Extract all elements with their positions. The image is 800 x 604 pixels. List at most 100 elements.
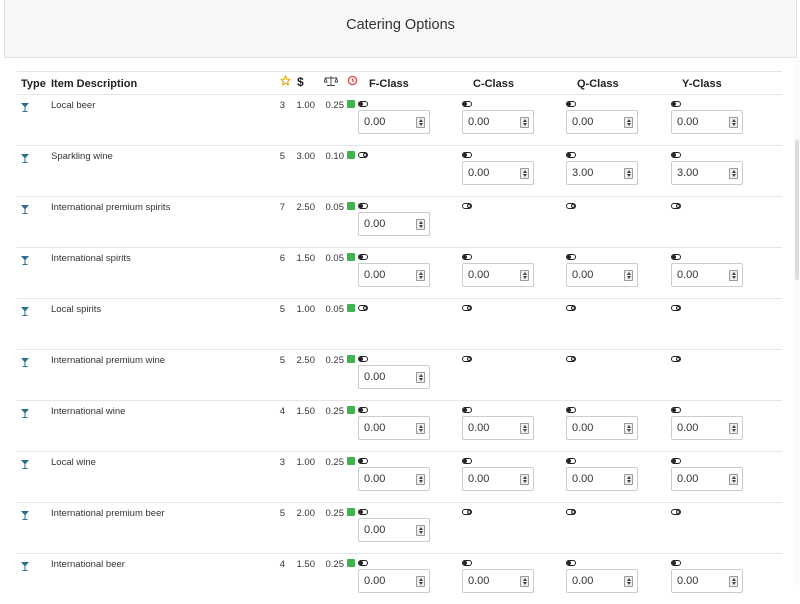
- excel-icon[interactable]: [347, 304, 355, 312]
- q-class-toggle[interactable]: [566, 254, 576, 260]
- excel-icon[interactable]: [347, 457, 355, 465]
- c-class-input[interactable]: 0.00: [462, 569, 534, 593]
- q-class-input[interactable]: 3.00: [566, 161, 638, 185]
- y-class-toggle[interactable]: [671, 458, 681, 464]
- q-class-toggle[interactable]: [566, 101, 576, 107]
- spinner-icon[interactable]: [520, 270, 529, 281]
- scrollbar[interactable]: [794, 60, 800, 585]
- excel-icon[interactable]: [347, 559, 355, 567]
- excel-icon[interactable]: [347, 253, 355, 261]
- excel-icon[interactable]: [347, 355, 355, 363]
- spinner-icon[interactable]: [520, 168, 529, 179]
- q-class-toggle[interactable]: [566, 407, 576, 413]
- c-class-input[interactable]: 0.00: [462, 161, 534, 185]
- spinner-icon[interactable]: [416, 474, 425, 485]
- y-class-toggle[interactable]: [671, 203, 681, 209]
- spinner-icon[interactable]: [416, 219, 425, 230]
- spinner-icon[interactable]: [520, 474, 529, 485]
- f-class-toggle[interactable]: [358, 152, 368, 158]
- y-class-input[interactable]: 0.00: [671, 416, 743, 440]
- spinner-icon[interactable]: [520, 423, 529, 434]
- excel-icon[interactable]: [347, 151, 355, 159]
- f-class-input[interactable]: 0.00: [358, 518, 430, 542]
- f-class-toggle[interactable]: [358, 560, 368, 566]
- spinner-icon[interactable]: [416, 270, 425, 281]
- spinner-icon[interactable]: [520, 576, 529, 587]
- spinner-icon[interactable]: [729, 474, 738, 485]
- f-class-toggle[interactable]: [358, 356, 368, 362]
- spinner-icon[interactable]: [729, 270, 738, 281]
- c-class-toggle[interactable]: [462, 254, 472, 260]
- f-class-toggle[interactable]: [358, 458, 368, 464]
- spinner-icon[interactable]: [624, 576, 633, 587]
- spinner-icon[interactable]: [729, 576, 738, 587]
- spinner-icon[interactable]: [624, 270, 633, 281]
- spinner-icon[interactable]: [729, 117, 738, 128]
- spinner-icon[interactable]: [624, 474, 633, 485]
- spinner-icon[interactable]: [624, 423, 633, 434]
- q-class-input[interactable]: 0.00: [566, 263, 638, 287]
- c-class-input[interactable]: 0.00: [462, 467, 534, 491]
- spinner-icon[interactable]: [416, 117, 425, 128]
- y-class-toggle[interactable]: [671, 305, 681, 311]
- c-class-toggle[interactable]: [462, 407, 472, 413]
- spinner-icon[interactable]: [520, 117, 529, 128]
- q-class-toggle[interactable]: [566, 152, 576, 158]
- f-class-toggle[interactable]: [358, 305, 368, 311]
- c-class-input[interactable]: 0.00: [462, 263, 534, 287]
- f-class-toggle[interactable]: [358, 509, 368, 515]
- f-class-toggle[interactable]: [358, 254, 368, 260]
- spinner-icon[interactable]: [416, 525, 425, 536]
- q-class-input[interactable]: 0.00: [566, 467, 638, 491]
- y-class-toggle[interactable]: [671, 152, 681, 158]
- y-class-toggle[interactable]: [671, 509, 681, 515]
- c-class-toggle[interactable]: [462, 152, 472, 158]
- c-class-toggle[interactable]: [462, 101, 472, 107]
- q-class-input[interactable]: 0.00: [566, 110, 638, 134]
- spinner-icon[interactable]: [416, 576, 425, 587]
- c-class-toggle[interactable]: [462, 560, 472, 566]
- c-class-toggle[interactable]: [462, 356, 472, 362]
- excel-icon[interactable]: [347, 508, 355, 516]
- y-class-toggle[interactable]: [671, 407, 681, 413]
- y-class-input[interactable]: 0.00: [671, 110, 743, 134]
- c-class-toggle[interactable]: [462, 305, 472, 311]
- q-class-toggle[interactable]: [566, 203, 576, 209]
- spinner-icon[interactable]: [624, 168, 633, 179]
- q-class-toggle[interactable]: [566, 305, 576, 311]
- f-class-input[interactable]: 0.00: [358, 467, 430, 491]
- f-class-toggle[interactable]: [358, 407, 368, 413]
- q-class-toggle[interactable]: [566, 509, 576, 515]
- f-class-toggle[interactable]: [358, 203, 368, 209]
- f-class-input[interactable]: 0.00: [358, 569, 430, 593]
- q-class-input[interactable]: 0.00: [566, 569, 638, 593]
- q-class-toggle[interactable]: [566, 458, 576, 464]
- c-class-input[interactable]: 0.00: [462, 416, 534, 440]
- f-class-input[interactable]: 0.00: [358, 365, 430, 389]
- spinner-icon[interactable]: [624, 117, 633, 128]
- excel-icon[interactable]: [347, 202, 355, 210]
- spinner-icon[interactable]: [729, 423, 738, 434]
- f-class-toggle[interactable]: [358, 101, 368, 107]
- y-class-input[interactable]: 0.00: [671, 263, 743, 287]
- y-class-toggle[interactable]: [671, 254, 681, 260]
- y-class-input[interactable]: 3.00: [671, 161, 743, 185]
- spinner-icon[interactable]: [729, 168, 738, 179]
- y-class-input[interactable]: 0.00: [671, 467, 743, 491]
- c-class-toggle[interactable]: [462, 203, 472, 209]
- c-class-toggle[interactable]: [462, 458, 472, 464]
- q-class-input[interactable]: 0.00: [566, 416, 638, 440]
- scrollbar-thumb[interactable]: [795, 140, 799, 280]
- y-class-toggle[interactable]: [671, 101, 681, 107]
- f-class-input[interactable]: 0.00: [358, 263, 430, 287]
- f-class-input[interactable]: 0.00: [358, 110, 430, 134]
- y-class-input[interactable]: 0.00: [671, 569, 743, 593]
- excel-icon[interactable]: [347, 406, 355, 414]
- spinner-icon[interactable]: [416, 423, 425, 434]
- q-class-toggle[interactable]: [566, 560, 576, 566]
- excel-icon[interactable]: [347, 100, 355, 108]
- y-class-toggle[interactable]: [671, 560, 681, 566]
- f-class-input[interactable]: 0.00: [358, 212, 430, 236]
- y-class-toggle[interactable]: [671, 356, 681, 362]
- spinner-icon[interactable]: [416, 372, 425, 383]
